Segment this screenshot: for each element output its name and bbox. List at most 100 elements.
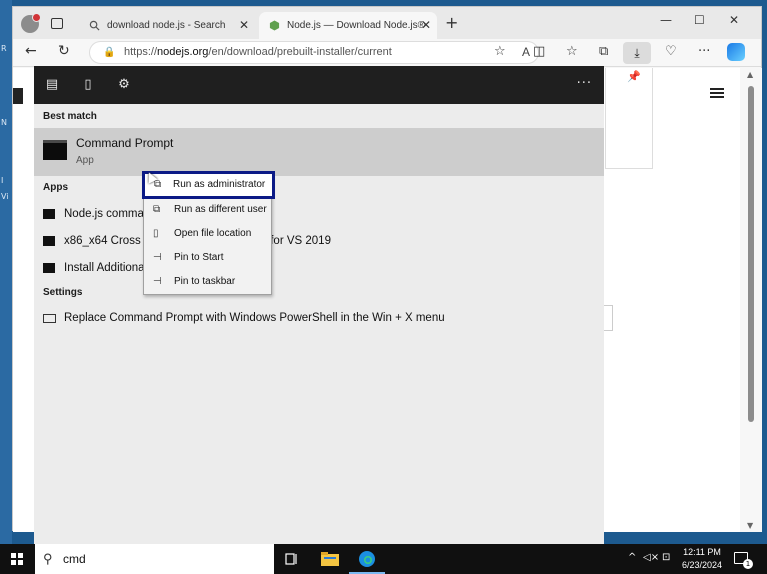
more-options-icon[interactable]: ··· [577, 76, 592, 91]
windows-start-icon[interactable] [11, 553, 23, 565]
best-match-result[interactable]: Command Prompt App [34, 128, 604, 176]
downloads-button[interactable]: ⤓ [623, 42, 651, 64]
settings-result-item[interactable]: Replace Command Prompt with Windows Powe… [34, 305, 604, 331]
tab-title: Node.js — Download Node.js® [287, 20, 425, 31]
menu-item-label: Pin to taskbar [174, 276, 236, 287]
pin-icon: ⊣ [153, 276, 162, 287]
tab-title: download node.js - Search [107, 20, 226, 31]
close-tab-icon[interactable]: ✕ [421, 12, 431, 39]
menu-item-label: Run as administrator [173, 179, 266, 190]
taskbar-search-input[interactable]: ⚲ cmd [35, 544, 274, 574]
nodejs-logo-icon [13, 88, 23, 104]
pin-to-taskbar-item[interactable]: ⊣ Pin to taskbar [144, 270, 271, 294]
more-options-icon[interactable]: ··· [698, 44, 710, 59]
minimize-button[interactable]: — [660, 13, 672, 27]
browser-toolbar: ← ↻ 🔒 https://nodejs.org/en/download/pre… [13, 39, 761, 67]
taskbar: ⚲ cmd ^ ◁× ⊡ 12:11 PM 6/23/2024 1 [0, 544, 767, 574]
close-tab-icon[interactable]: ✕ [239, 12, 249, 39]
task-view-button[interactable] [274, 544, 310, 574]
pin-icon: ⊣ [153, 252, 162, 263]
scroll-up-icon[interactable]: ▲ [747, 70, 753, 79]
clock-date: 6/23/2024 [681, 560, 723, 570]
context-menu: ⧉ Run as administrator ⧉ Run as differen… [142, 171, 275, 295]
terminal-icon [43, 263, 55, 273]
search-icon: ⚲ [43, 551, 53, 566]
search-query: cmd [63, 552, 86, 566]
command-prompt-icon [43, 140, 67, 160]
folder-icon [321, 552, 339, 566]
desktop-background: R N I Vi [0, 0, 12, 544]
file-explorer-button[interactable] [312, 544, 348, 574]
settings-result-label: Replace Command Prompt with Windows Powe… [64, 312, 445, 324]
address-bar[interactable]: 🔒 https://nodejs.org/en/download/prebuil… [89, 41, 539, 64]
app-result-item[interactable]: Node.js command prompt [34, 201, 604, 227]
edge-taskbar-button[interactable] [349, 544, 385, 574]
search-icon [89, 20, 100, 31]
scroll-down-icon[interactable]: ▼ [747, 521, 753, 530]
run-as-administrator-item[interactable]: ⧉ Run as administrator [142, 171, 275, 199]
split-screen-icon[interactable]: ◫ [533, 44, 545, 59]
favorites-icon[interactable]: ☆ [566, 44, 578, 59]
menu-item-label: Run as different user [174, 204, 267, 215]
url-host: nodejs.org [157, 46, 209, 58]
page-dropdown[interactable] [603, 305, 613, 331]
pin-to-start-item[interactable]: ⊣ Pin to Start [144, 246, 271, 270]
documents-icon[interactable]: ▯ [80, 77, 96, 93]
tab-bar: download node.js - Search ✕ Node.js — Do… [13, 7, 761, 39]
all-apps-icon[interactable]: ▤ [44, 77, 60, 93]
clock-time: 12:11 PM [683, 547, 721, 557]
system-clock[interactable]: 12:11 PM 6/23/2024 [674, 546, 730, 572]
lock-icon: 🔒 [103, 47, 116, 58]
desktop-icon-label: N [1, 118, 7, 127]
task-view-icon [285, 553, 297, 565]
terminal-icon [43, 236, 55, 246]
settings-gear-icon[interactable]: ⚙ [116, 77, 132, 93]
app-result-item[interactable]: Install Additional Tools for Node.js [34, 255, 604, 281]
new-tab-button[interactable]: + [445, 13, 458, 32]
edge-browser-icon [359, 551, 375, 567]
refresh-icon[interactable]: ↻ [58, 43, 70, 59]
close-window-button[interactable]: ✕ [729, 13, 739, 27]
app-result-item[interactable]: x86_x64 Cross Tools Command Prompt for V… [34, 228, 604, 254]
network-icon[interactable]: ⊡ [662, 552, 670, 563]
url-prefix: https:// [124, 46, 158, 58]
download-icon: ⤓ [634, 46, 640, 60]
menu-item-label: Open file location [174, 228, 252, 239]
best-match-heading: Best match [43, 111, 97, 122]
browser-essentials-icon[interactable]: ♡ [665, 44, 677, 59]
maximize-button[interactable]: ☐ [694, 13, 705, 27]
start-menu-header: ▤ ▯ ⚙ ··· [34, 66, 604, 104]
desktop-icon-label: R [1, 44, 7, 53]
open-file-location-item[interactable]: ▯ Open file location [144, 222, 271, 246]
scrollbar-thumb[interactable] [748, 86, 754, 422]
notifications-icon[interactable]: 1 [734, 552, 753, 569]
collections-icon[interactable]: ⧉ [599, 44, 608, 59]
favorite-star-icon[interactable]: ☆ [494, 44, 506, 59]
page-scrollbar[interactable]: ▲ ▼ [740, 68, 762, 532]
desktop-icon-label: Vi [1, 192, 9, 201]
url-path: /en/download/prebuilt-installer/current [208, 46, 392, 58]
read-aloud-icon[interactable]: A [522, 42, 530, 63]
volume-icon[interactable]: ◁× [643, 552, 659, 563]
nodejs-logo-icon [269, 20, 280, 31]
settings-heading: Settings [43, 287, 83, 298]
run-as-different-user-item[interactable]: ⧉ Run as different user [144, 198, 271, 222]
hamburger-menu-icon[interactable] [710, 88, 724, 98]
apps-heading: Apps [43, 182, 68, 193]
user-run-icon: ⧉ [153, 204, 161, 215]
menu-item-label: Pin to Start [174, 252, 224, 263]
profile-avatar[interactable] [21, 13, 41, 33]
back-arrow-icon[interactable]: ← [25, 43, 37, 59]
notification-count-badge: 1 [743, 559, 753, 569]
tab-nodejs[interactable]: Node.js — Download Node.js® ✕ [259, 12, 437, 39]
start-menu-search-panel: ▤ ▯ ⚙ ··· Best match Command Prompt App … [34, 66, 604, 544]
terminal-icon [43, 209, 55, 219]
file-location-icon: ▯ [153, 228, 159, 239]
tab-actions-icon[interactable] [51, 18, 63, 29]
downloads-panel [605, 68, 653, 169]
show-hidden-icons-icon[interactable]: ^ [628, 552, 636, 563]
taskbar-settings-icon [43, 314, 56, 323]
copilot-icon[interactable] [727, 43, 745, 61]
pin-icon[interactable]: 📌 [627, 70, 641, 83]
tab-search[interactable]: download node.js - Search ✕ [79, 12, 255, 39]
